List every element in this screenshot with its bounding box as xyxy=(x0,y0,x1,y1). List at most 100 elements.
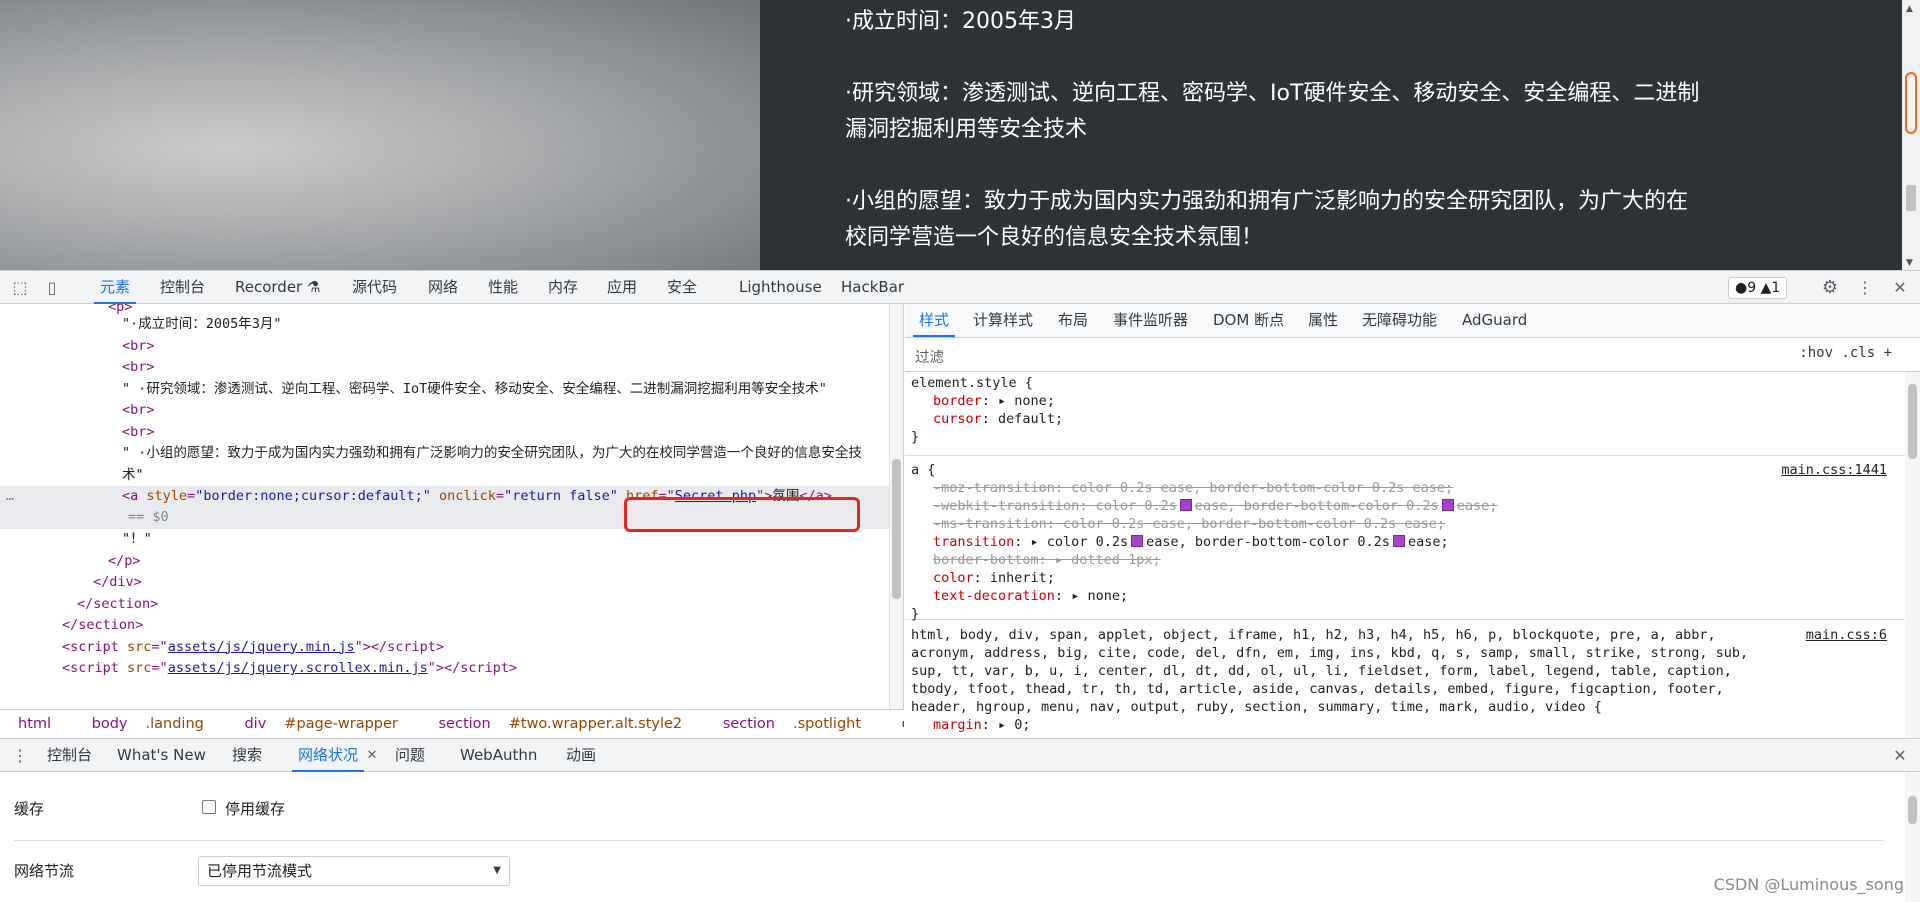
easing-swatch-icon[interactable] xyxy=(1179,499,1192,511)
scroll-up-icon[interactable]: ▲ xyxy=(1906,4,1913,14)
tab-properties[interactable]: 属性 xyxy=(1308,304,1338,337)
device-toolbar-icon[interactable]: ▯ xyxy=(42,278,62,298)
page-scrollbar[interactable]: ▲ ▼ xyxy=(1902,0,1920,270)
decl-color[interactable]: color: inherit; xyxy=(911,569,1905,587)
close-drawer-icon[interactable]: ✕ xyxy=(1890,746,1910,766)
dom-node-br[interactable]: <br> xyxy=(0,357,890,379)
drawer-tab-network-conditions[interactable]: 网络状况 xyxy=(291,739,365,772)
blurred-image xyxy=(0,0,760,270)
issues-badge[interactable]: ●9 ▲1 xyxy=(1728,277,1788,299)
drawer-scrollbar[interactable] xyxy=(1905,772,1920,902)
tab-recorder[interactable]: Recorder ⚗ xyxy=(235,271,320,304)
tab-elements[interactable]: 元素 xyxy=(93,271,137,304)
dom-node-section-close[interactable]: </section> xyxy=(0,594,890,616)
dom-node-br[interactable]: <br> xyxy=(0,400,890,422)
dom-text-node[interactable]: " ·研究领域：渗透测试、逆向工程、密码学、IoT硬件安全、移动安全、安全编程、… xyxy=(0,379,890,401)
preview-line-1: ·成立时间：2005年3月 xyxy=(845,9,1076,34)
decl-ms-transition[interactable]: -ms-transition: color 0.2s ease, border-… xyxy=(911,515,1905,533)
tab-computed[interactable]: 计算样式 xyxy=(973,304,1033,337)
decl-border-bottom[interactable]: border-bottom: ▸ dotted 1px; xyxy=(911,551,1905,569)
tab-event-listeners[interactable]: 事件监听器 xyxy=(1113,304,1188,337)
tab-lighthouse[interactable]: Lighthouse xyxy=(739,271,822,304)
disable-cache-label[interactable]: 停用缓存 xyxy=(225,798,285,819)
tab-dom-breakpoints[interactable]: DOM 断点 xyxy=(1213,304,1284,337)
tab-styles[interactable]: 样式 xyxy=(912,304,956,337)
breadcrumb-item-section[interactable]: section #two.wrapper.alt.style2 xyxy=(430,716,692,732)
toggle-sidebar-icon[interactable] xyxy=(1872,344,1892,364)
easing-swatch-icon[interactable] xyxy=(1131,535,1144,547)
dom-node-p-close[interactable]: </p> xyxy=(0,551,890,573)
dom-node-section-close[interactable]: </section> xyxy=(0,615,890,637)
rule-selector[interactable]: html, body, div, span, applet, object, i… xyxy=(911,626,1771,716)
styles-scrollbar[interactable] xyxy=(1905,372,1920,738)
drawer-tab-console[interactable]: 控制台 xyxy=(47,739,92,772)
tab-console[interactable]: 控制台 xyxy=(160,271,205,304)
drawer-tab-issues[interactable]: 问题 xyxy=(395,739,425,772)
close-tab-icon[interactable]: ✕ xyxy=(362,746,382,766)
decl-moz-transition[interactable]: -moz-transition: color 0.2s ease, border… xyxy=(911,479,1905,497)
dom-node-script[interactable]: <script src="assets/js/jquery.scrollex.m… xyxy=(0,658,890,680)
dom-text-node[interactable]: " ·小组的愿望：致力于成为国内实力强劲和拥有广泛影响力的安全研究团队，为广大的… xyxy=(0,443,890,486)
source-link[interactable]: main.css:6 xyxy=(1806,626,1887,644)
scrollbar-thumb[interactable] xyxy=(1908,384,1917,459)
attr-onclick-value[interactable]: "return false" xyxy=(504,488,618,504)
dom-node-script[interactable]: <script src="assets/js/jquery.min.js"></… xyxy=(0,637,890,659)
breadcrumb-item-body[interactable]: body .landing xyxy=(83,716,213,732)
dom-node-br[interactable]: <br> xyxy=(0,422,890,444)
scrollbar-thumb[interactable] xyxy=(1908,796,1917,824)
drawer-menu-icon[interactable]: ⋮ xyxy=(10,746,30,766)
tab-memory[interactable]: 内存 xyxy=(548,271,578,304)
tab-adguard[interactable]: AdGuard xyxy=(1462,304,1527,337)
tab-security[interactable]: 安全 xyxy=(667,271,697,304)
elements-scrollbar[interactable] xyxy=(889,304,903,709)
filter-input[interactable]: 过滤 xyxy=(915,346,944,367)
dom-node-br[interactable]: <br> xyxy=(0,336,890,358)
rule-selector[interactable]: element.style { xyxy=(911,374,1905,392)
dom-node-p[interactable]: <p> xyxy=(0,304,890,314)
drawer-tab-animations[interactable]: 动画 xyxy=(566,739,596,772)
decl-webkit-transition[interactable]: -webkit-transition: color 0.2s ease, bord… xyxy=(911,497,1905,515)
more-actions-icon[interactable]: … xyxy=(6,486,14,508)
rule-reset: html, body, div, span, applet, object, i… xyxy=(905,622,1905,738)
p-open-tag[interactable]: <p> xyxy=(108,304,132,314)
tab-accessibility[interactable]: 无障碍功能 xyxy=(1362,304,1437,337)
drawer-tab-webauthn[interactable]: WebAuthn xyxy=(460,739,537,772)
breadcrumb-item-div-content[interactable]: div.content xyxy=(893,716,904,732)
decl-transition[interactable]: transition: ▸ color 0.2s ease, border-bot… xyxy=(911,533,1905,551)
settings-gear-icon[interactable]: ⚙ xyxy=(1820,278,1840,298)
decl-border[interactable]: border: ▸ none; xyxy=(911,392,1905,410)
dom-node-div-close[interactable]: </div> xyxy=(0,572,890,594)
scroll-down-icon[interactable]: ▼ xyxy=(1906,258,1913,268)
scrollbar-thumb[interactable] xyxy=(1906,185,1916,211)
source-link[interactable]: main.css:1441 xyxy=(1781,461,1887,479)
breadcrumb-item-html[interactable]: html xyxy=(9,716,60,732)
tab-application[interactable]: 应用 xyxy=(607,271,637,304)
a-open-tag: <a xyxy=(122,488,139,504)
tab-layout[interactable]: 布局 xyxy=(1058,304,1088,337)
disable-cache-checkbox[interactable] xyxy=(202,800,216,814)
drawer-tab-search[interactable]: 搜索 xyxy=(232,739,262,772)
tab-hackbar[interactable]: HackBar xyxy=(841,271,904,304)
breadcrumb-item-div[interactable]: div #page-wrapper xyxy=(235,716,406,732)
close-devtools-icon[interactable]: ✕ xyxy=(1890,278,1910,298)
breadcrumb-item-section-spotlight[interactable]: section .spotlight xyxy=(714,716,870,732)
tab-network[interactable]: 网络 xyxy=(428,271,458,304)
inspect-element-icon[interactable]: ⬚ xyxy=(10,278,30,298)
throttling-select[interactable]: 已停用节流模式 ▼ xyxy=(198,856,510,886)
attr-style-value[interactable]: "border:none;cursor:default;" xyxy=(195,488,431,504)
script-src-link[interactable]: assets/js/jquery.scrollex.min.js xyxy=(168,660,428,676)
decl-text-decoration[interactable]: text-decoration: ▸ none; xyxy=(911,587,1905,605)
rule-selector[interactable]: a { xyxy=(911,461,1905,479)
dom-text-node[interactable]: "·成立时间：2005年3月" xyxy=(0,314,890,336)
dom-text-node[interactable]: "！" xyxy=(0,529,890,551)
easing-swatch-icon[interactable] xyxy=(1441,499,1454,511)
scrollbar-thumb[interactable] xyxy=(892,459,901,599)
decl-cursor[interactable]: cursor: default; xyxy=(911,410,1905,428)
script-src-link[interactable]: assets/js/jquery.min.js xyxy=(168,639,355,655)
tab-sources[interactable]: 源代码 xyxy=(352,271,397,304)
more-options-icon[interactable]: ⋮ xyxy=(1855,278,1875,298)
easing-swatch-icon[interactable] xyxy=(1392,535,1405,547)
tab-performance[interactable]: 性能 xyxy=(488,271,518,304)
decl-margin[interactable]: margin: ▸ 0; xyxy=(911,716,1905,734)
drawer-tab-whats-new[interactable]: What's New xyxy=(117,739,206,772)
